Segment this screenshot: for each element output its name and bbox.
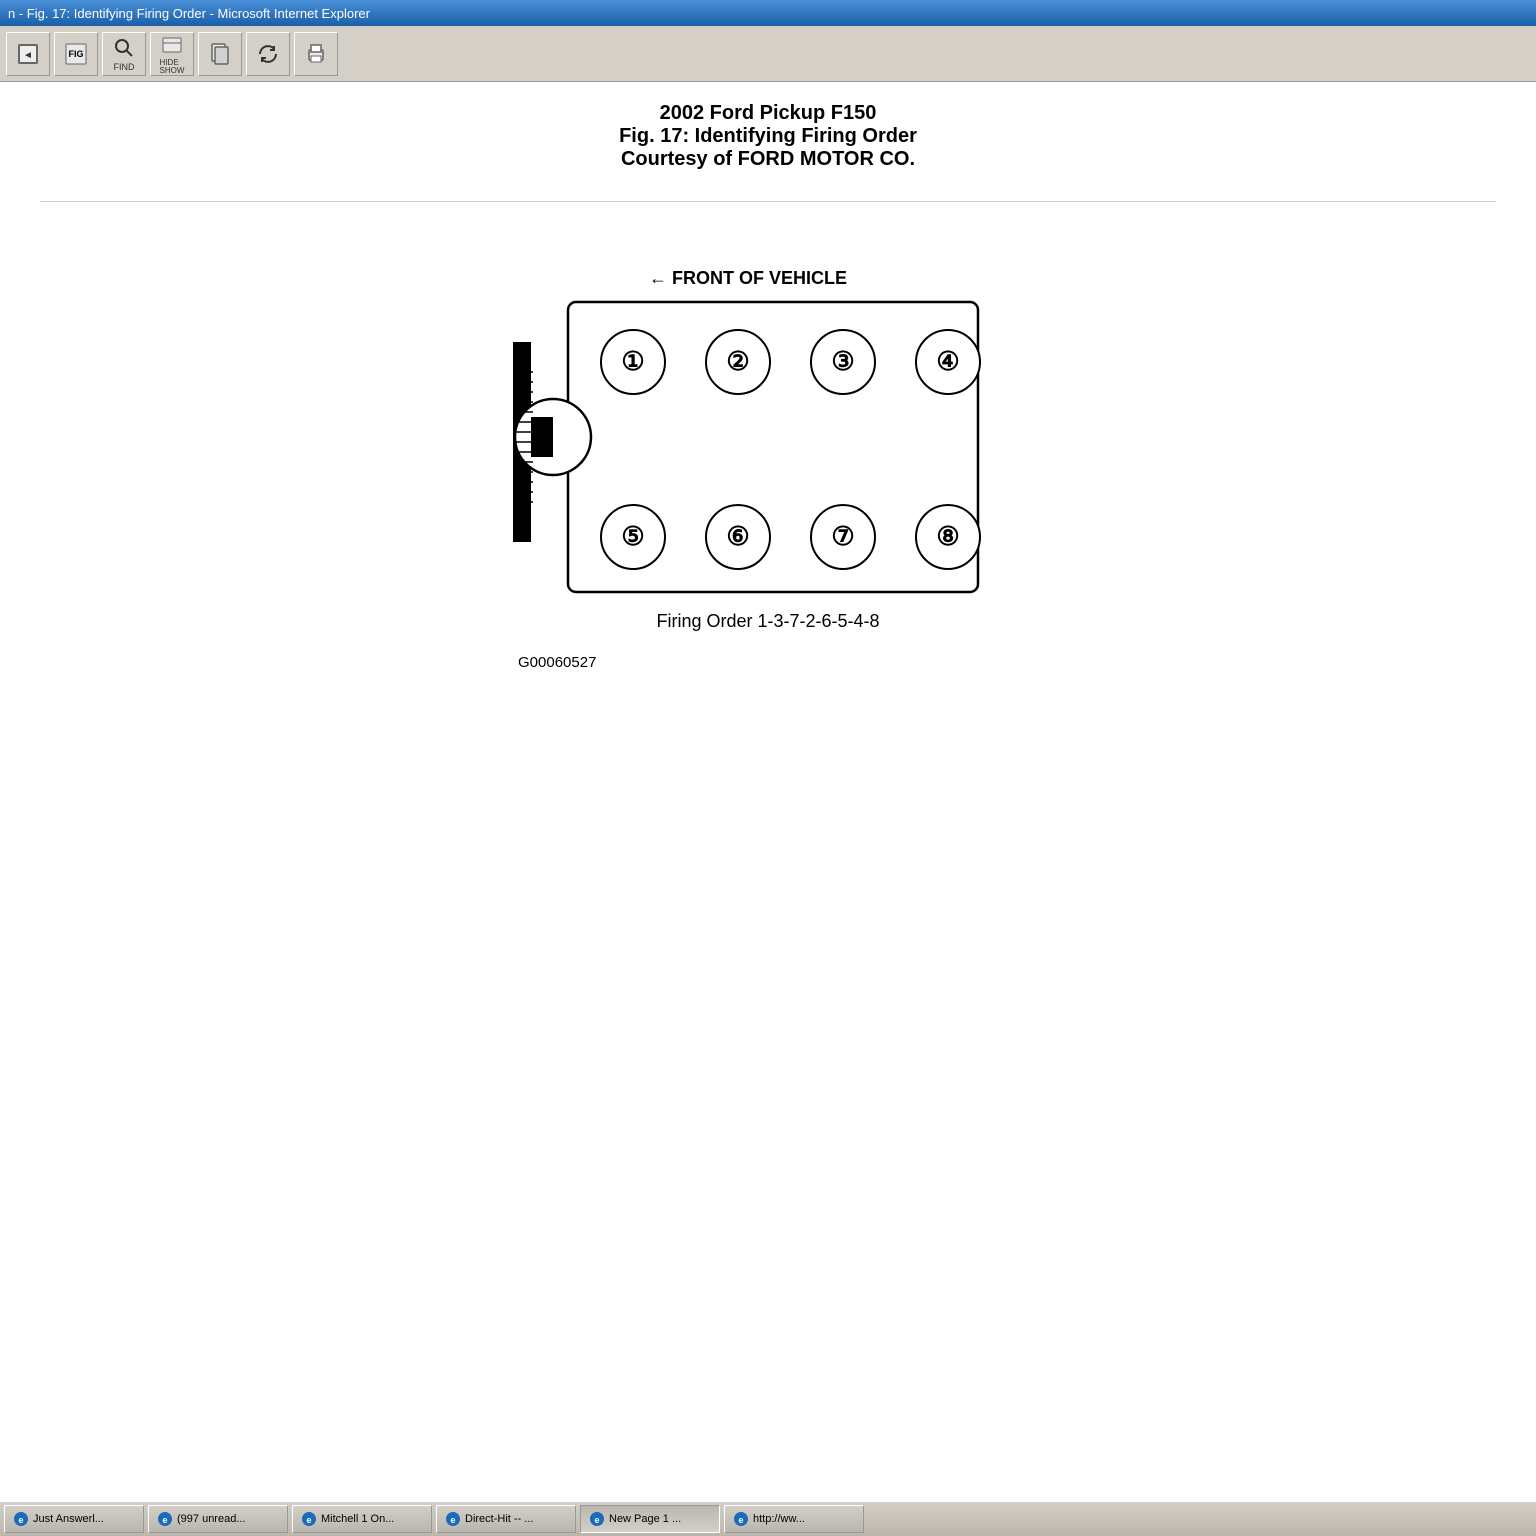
print-button[interactable]	[294, 32, 338, 76]
taskbar-label-3: Mitchell 1 On...	[321, 1513, 394, 1525]
taskbar-label-1: Just Answerl...	[33, 1513, 104, 1525]
taskbar-ie-icon-1: e	[13, 1511, 29, 1527]
svg-text:e: e	[306, 1515, 311, 1525]
taskbar-ie-icon-4: e	[445, 1511, 461, 1527]
svg-text:⑥: ⑥	[726, 521, 749, 551]
prev-fig-icon: ◄	[16, 42, 40, 66]
taskbar-item-justanswer[interactable]: e Just Answerl...	[4, 1505, 144, 1533]
svg-text:②: ②	[726, 346, 749, 376]
svg-text:← FRONT OF VEHICLE: ← FRONT OF VEHICLE	[649, 268, 847, 288]
find-icon	[112, 36, 136, 60]
hide-show-button[interactable]: HIDESHOW	[150, 32, 194, 76]
main-content: 2002 Ford Pickup F150 Fig. 17: Identifyi…	[0, 82, 1536, 1500]
refresh-icon	[256, 42, 280, 66]
taskbar-label-4: Direct-Hit -- ...	[465, 1513, 533, 1525]
taskbar-item-unread[interactable]: e (997 unread...	[148, 1505, 288, 1533]
svg-text:e: e	[594, 1515, 599, 1525]
fig-title: Fig. 17: Identifying Firing Order	[40, 125, 1496, 148]
title-bar-text: n - Fig. 17: Identifying Firing Order - …	[8, 6, 370, 21]
refresh-button[interactable]	[246, 32, 290, 76]
svg-text:◄: ◄	[23, 50, 33, 61]
taskbar: e Just Answerl... e (997 unread... e Mit…	[0, 1500, 1536, 1536]
taskbar-ie-icon-6: e	[733, 1511, 749, 1527]
copy-icon	[208, 42, 232, 66]
svg-text:e: e	[738, 1515, 743, 1525]
svg-text:④: ④	[936, 346, 959, 376]
svg-text:⑤: ⑤	[621, 521, 644, 551]
firing-order-diagram: ← FRONT OF VEHICLE	[458, 242, 1078, 682]
svg-text:e: e	[162, 1515, 167, 1525]
toolbar: ◄ FIG FIND HIDESHOW	[0, 26, 1536, 82]
diagram-container: ← FRONT OF VEHICLE	[40, 242, 1496, 682]
taskbar-label-6: http://ww...	[753, 1513, 805, 1525]
taskbar-ie-icon-2: e	[157, 1511, 173, 1527]
header-divider	[40, 201, 1496, 202]
svg-text:⑧: ⑧	[936, 521, 959, 551]
taskbar-item-newpage[interactable]: e New Page 1 ...	[580, 1505, 720, 1533]
vehicle-title: 2002 Ford Pickup F150	[40, 102, 1496, 125]
svg-text:Firing Order 1-3-7-2-6-5-4-8: Firing Order 1-3-7-2-6-5-4-8	[656, 611, 879, 631]
hide-show-icon	[160, 33, 184, 57]
prev-fig-button[interactable]: ◄	[6, 32, 50, 76]
taskbar-item-http[interactable]: e http://ww...	[724, 1505, 864, 1533]
taskbar-item-mitchell[interactable]: e Mitchell 1 On...	[292, 1505, 432, 1533]
taskbar-item-directhit[interactable]: e Direct-Hit -- ...	[436, 1505, 576, 1533]
taskbar-label-2: (997 unread...	[177, 1513, 246, 1525]
svg-text:③: ③	[831, 346, 854, 376]
fig-icon: FIG	[64, 42, 88, 66]
svg-text:G00060527: G00060527	[518, 654, 596, 671]
svg-text:e: e	[18, 1515, 23, 1525]
copy-button[interactable]	[198, 32, 242, 76]
svg-text:FIG: FIG	[69, 49, 84, 59]
svg-text:①: ①	[621, 346, 644, 376]
find-button[interactable]: FIND	[102, 32, 146, 76]
print-icon	[304, 42, 328, 66]
taskbar-ie-icon-3: e	[301, 1511, 317, 1527]
svg-text:⑦: ⑦	[831, 521, 854, 551]
taskbar-ie-icon-5: e	[589, 1511, 605, 1527]
fig-button[interactable]: FIG	[54, 32, 98, 76]
title-bar: n - Fig. 17: Identifying Firing Order - …	[0, 0, 1536, 26]
page-header: 2002 Ford Pickup F150 Fig. 17: Identifyi…	[40, 102, 1496, 171]
taskbar-label-5: New Page 1 ...	[609, 1513, 681, 1525]
courtesy-text: Courtesy of FORD MOTOR CO.	[40, 148, 1496, 171]
svg-text:e: e	[450, 1515, 455, 1525]
